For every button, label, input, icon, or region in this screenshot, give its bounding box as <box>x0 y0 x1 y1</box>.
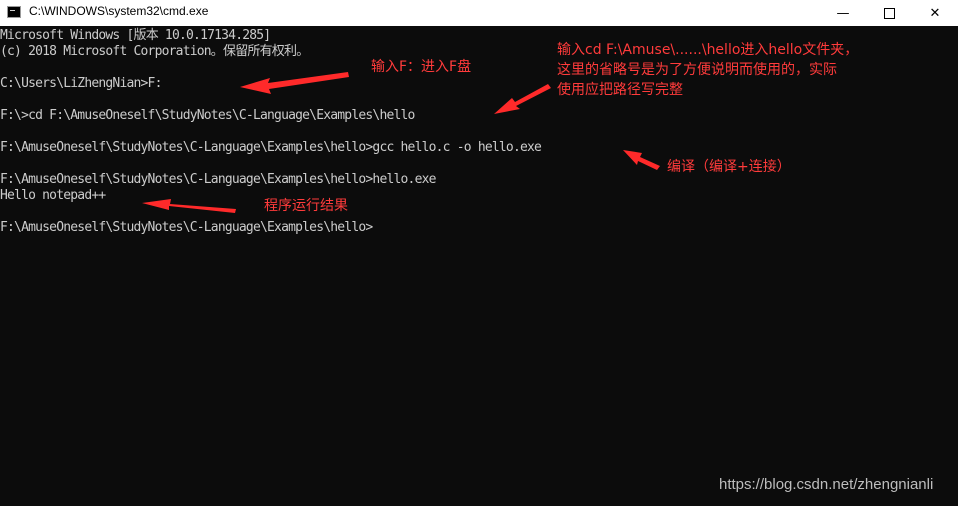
console-line: F:\AmuseOneself\StudyNotes\C-Language\Ex… <box>0 172 436 187</box>
console-line: (c) 2018 Microsoft Corporation。保留所有权利。 <box>0 44 309 59</box>
maximize-button[interactable] <box>866 0 912 26</box>
watermark: https://blog.csdn.net/zhengnianli <box>719 476 934 493</box>
minimize-button[interactable]: — <box>820 0 866 26</box>
annotation-enter-f: 输入F：进入F盘 <box>371 59 472 75</box>
close-button[interactable]: ✕ <box>912 0 958 26</box>
maximize-icon <box>883 7 895 19</box>
annotation-result: 程序运行结果 <box>264 198 348 214</box>
console-line: C:\Users\LiZhengNian>F: <box>0 76 162 91</box>
console-line: F:\>cd F:\AmuseOneself\StudyNotes\C-Lang… <box>0 108 415 123</box>
console-line: Microsoft Windows [版本 10.0.17134.285] <box>0 28 271 43</box>
cmd-icon <box>7 6 21 18</box>
console-line: F:\AmuseOneself\StudyNotes\C-Language\Ex… <box>0 220 373 235</box>
annotation-compile: 编译（编译+连接） <box>667 159 791 175</box>
window-title: C:\WINDOWS\system32\cmd.exe <box>29 4 209 18</box>
title-bar: C:\WINDOWS\system32\cmd.exe — ✕ <box>0 0 958 26</box>
annotation-cd: 输入cd F:\Amuse\......\hello进入hello文件夹， 这里… <box>557 42 859 98</box>
console-line: F:\AmuseOneself\StudyNotes\C-Language\Ex… <box>0 140 542 155</box>
console-line: Hello notepad++ <box>0 188 106 203</box>
